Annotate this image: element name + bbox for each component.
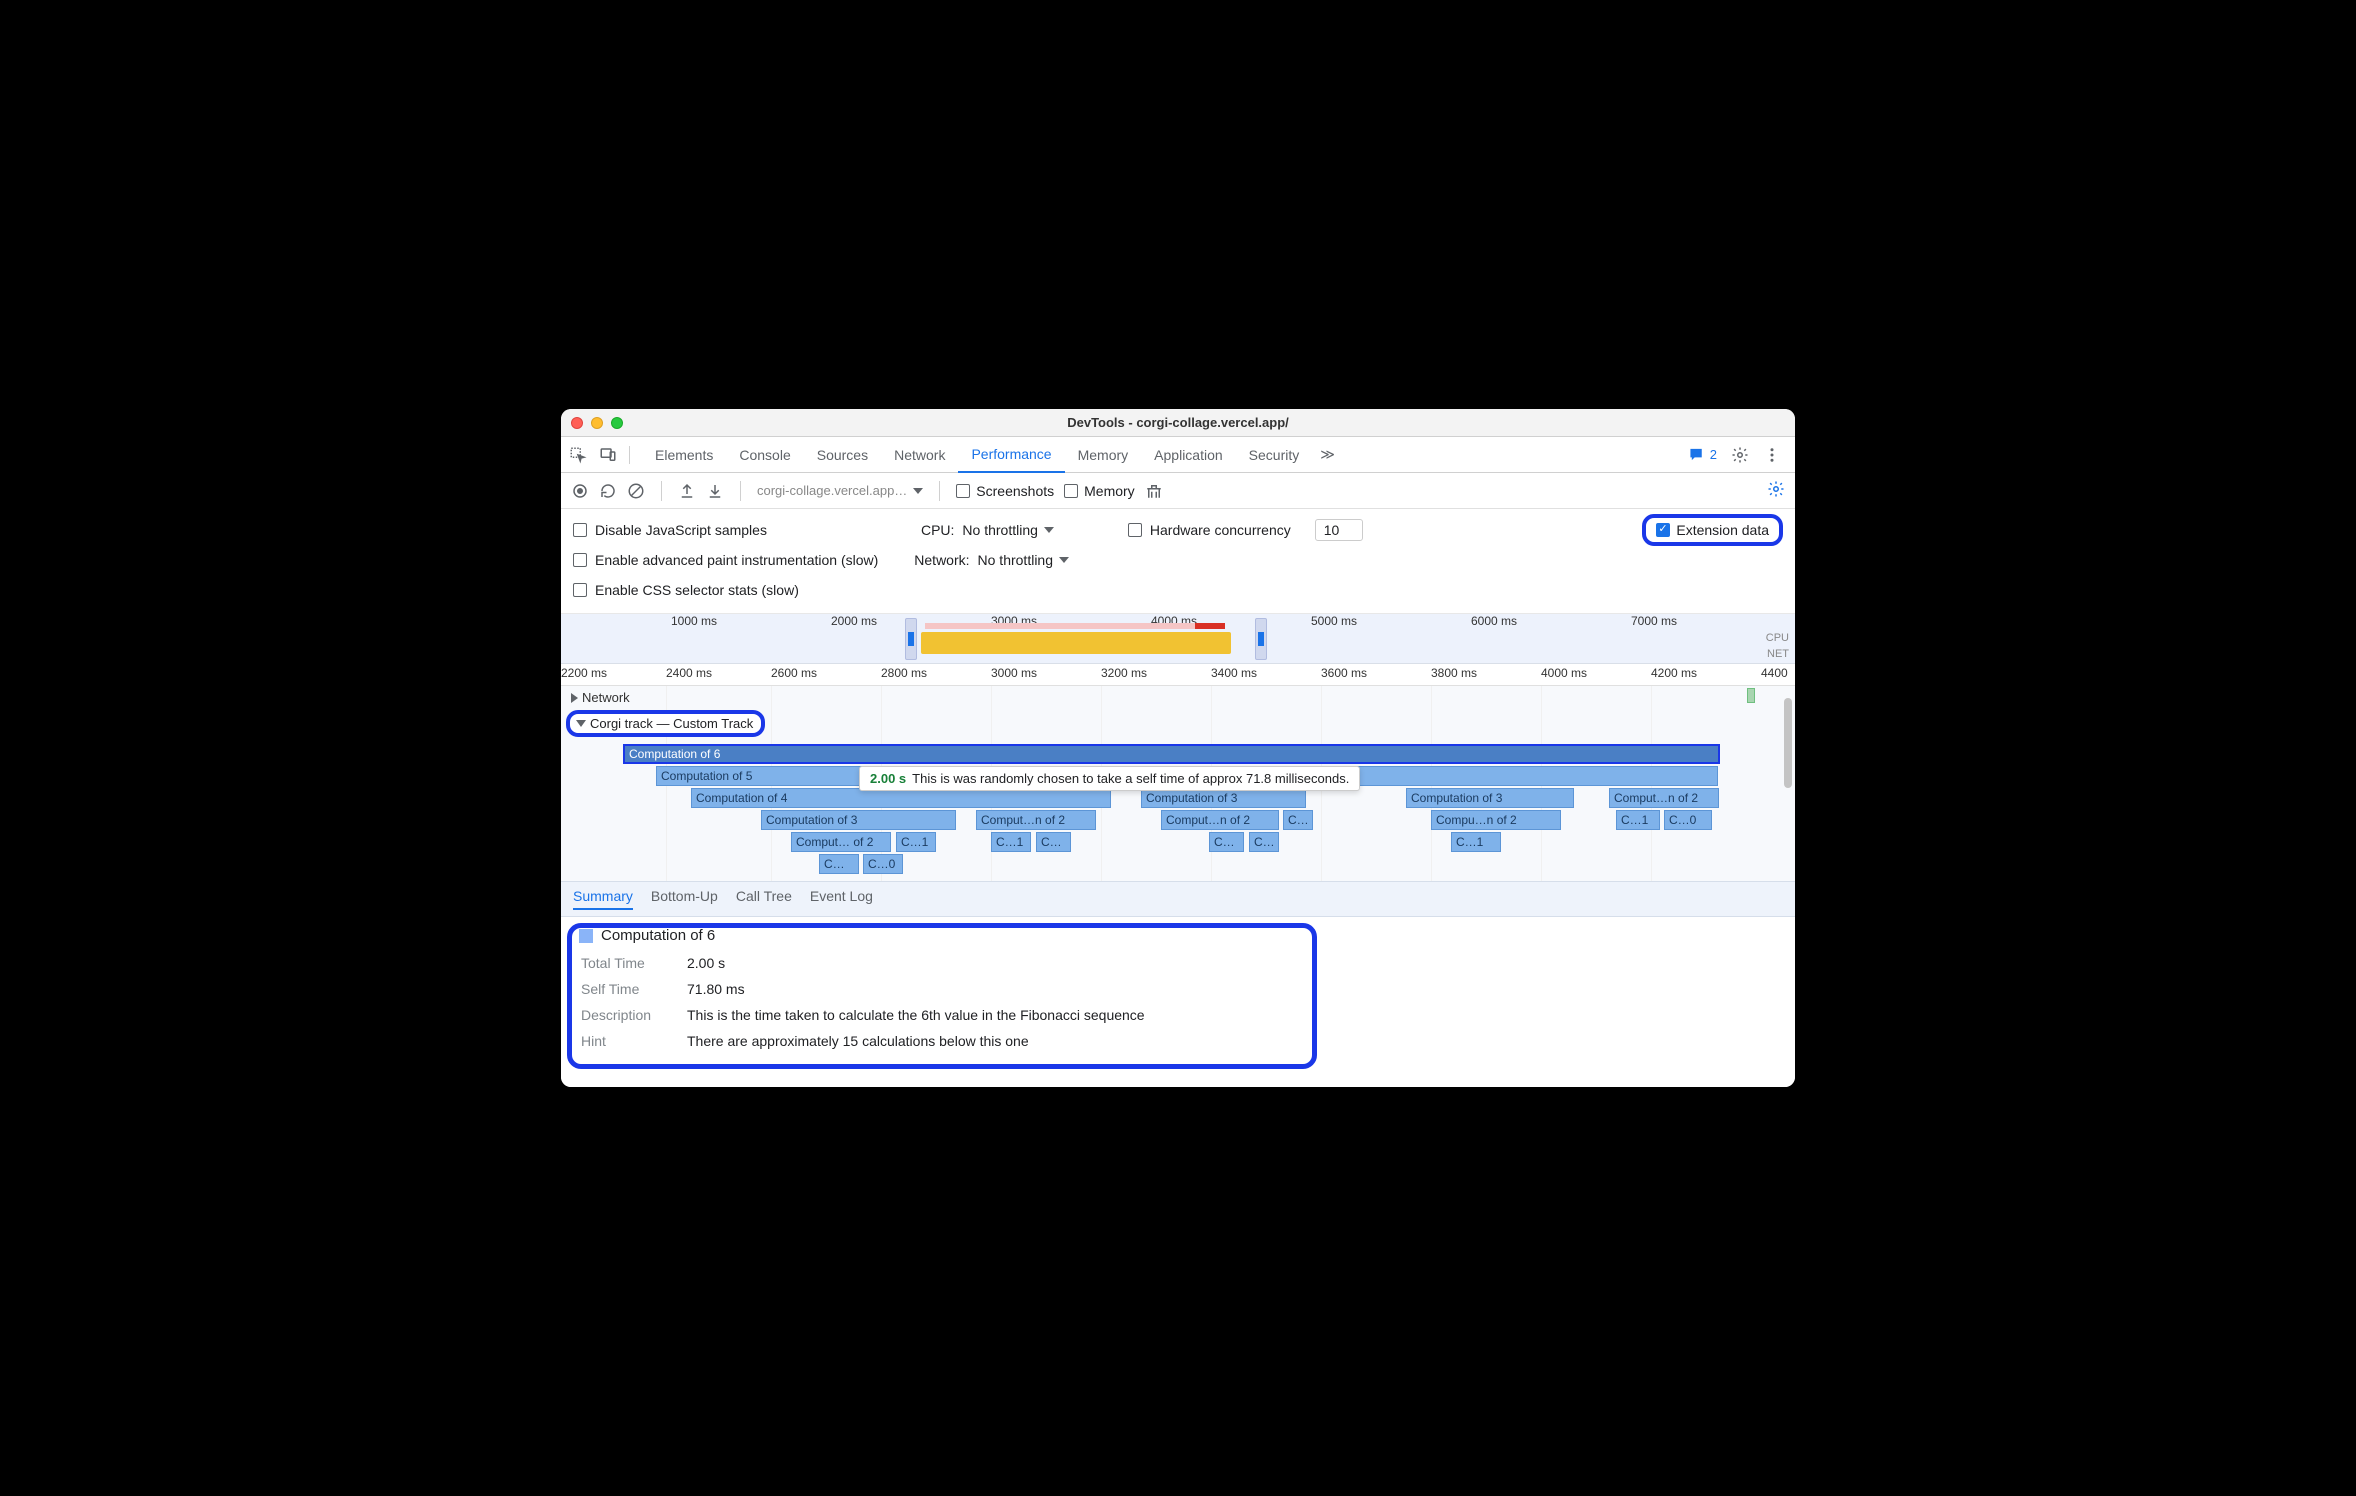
tab-memory[interactable]: Memory xyxy=(1065,437,1142,473)
more-tabs[interactable]: ≫ xyxy=(1312,437,1343,473)
flame-bar[interactable]: Comput…n of 2 xyxy=(976,810,1096,830)
flame-bar[interactable]: Computation of 3 xyxy=(761,810,956,830)
flame-chart[interactable]: Network Corgi track — Custom Track Compu… xyxy=(561,686,1795,881)
tab-application[interactable]: Application xyxy=(1141,437,1236,473)
flame-bar[interactable]: C…1 xyxy=(991,832,1031,852)
main-tabbar: Elements Console Sources Network Perform… xyxy=(561,437,1795,473)
overview-lane-labels: CPU NET xyxy=(1766,630,1789,662)
flame-bar[interactable]: Comput…n of 2 xyxy=(1609,788,1719,808)
devtools-window: DevTools - corgi-collage.vercel.app/ Ele… xyxy=(561,409,1795,1087)
details-tabbar: Summary Bottom-Up Call Tree Event Log xyxy=(561,881,1795,917)
perf-toolbar: corgi-collage.vercel.app… Screenshots Me… xyxy=(561,473,1795,509)
flame-bar[interactable]: C… xyxy=(819,854,859,874)
reload-icon[interactable] xyxy=(599,482,617,500)
extension-data-checkbox[interactable]: Extension data xyxy=(1656,522,1769,538)
capture-settings: Disable JavaScript samples CPU: No throt… xyxy=(561,509,1795,614)
flame-bar[interactable]: Computation of 3 xyxy=(1406,788,1574,808)
overview-fps-bar xyxy=(925,623,1225,629)
summary-highlight xyxy=(567,923,1317,1069)
window-controls xyxy=(571,417,623,429)
hw-concurrency-input[interactable] xyxy=(1315,519,1363,541)
download-icon[interactable] xyxy=(706,482,724,500)
maximize-window[interactable] xyxy=(611,417,623,429)
disclosure-triangle-icon xyxy=(576,720,586,727)
capture-settings-gear-icon[interactable] xyxy=(1767,480,1785,498)
issues-badge[interactable]: 2 xyxy=(1689,446,1717,463)
tab-call-tree[interactable]: Call Tree xyxy=(736,888,792,910)
flame-bar[interactable]: Computation of 4 xyxy=(691,788,1111,808)
flame-bar[interactable]: Comput… of 2 xyxy=(791,832,891,852)
network-track-header[interactable]: Network xyxy=(571,690,630,705)
flame-bar[interactable]: C… xyxy=(1249,832,1279,852)
custom-track-label[interactable]: Corgi track — Custom Track xyxy=(590,716,753,731)
tab-performance[interactable]: Performance xyxy=(958,437,1064,473)
network-label: Network: xyxy=(914,552,969,568)
network-throttle-select[interactable]: No throttling xyxy=(978,552,1069,568)
tab-summary[interactable]: Summary xyxy=(573,888,633,910)
inspect-icon[interactable] xyxy=(569,446,587,464)
custom-track-highlight: Corgi track — Custom Track xyxy=(566,710,765,737)
flame-bar[interactable]: Compu…n of 2 xyxy=(1431,810,1561,830)
overview-handle-left[interactable] xyxy=(905,618,917,660)
disable-js-samples-checkbox[interactable]: Disable JavaScript samples xyxy=(573,522,767,538)
tab-elements[interactable]: Elements xyxy=(642,437,726,473)
kebab-menu-icon[interactable] xyxy=(1763,446,1781,464)
timeline-overview[interactable]: 1000 ms 2000 ms 3000 ms 4000 ms 5000 ms … xyxy=(561,614,1795,664)
flame-bar[interactable]: C…1 xyxy=(1616,810,1660,830)
tab-event-log[interactable]: Event Log xyxy=(810,888,873,910)
memory-checkbox[interactable]: Memory xyxy=(1064,483,1135,499)
overview-handle-right[interactable] xyxy=(1255,618,1267,660)
settings-gear-icon[interactable] xyxy=(1731,446,1749,464)
flame-bar[interactable]: C… xyxy=(1209,832,1244,852)
device-toggle-icon[interactable] xyxy=(599,446,617,464)
chevron-down-icon xyxy=(913,488,923,494)
vertical-scrollbar[interactable] xyxy=(1783,686,1793,881)
chevron-down-icon xyxy=(1044,527,1054,533)
close-window[interactable] xyxy=(571,417,583,429)
detail-ruler[interactable]: 2200 ms 2400 ms 2600 ms 2800 ms 3000 ms … xyxy=(561,664,1795,686)
tab-bottom-up[interactable]: Bottom-Up xyxy=(651,888,718,910)
flame-bar[interactable]: Computation of 3 xyxy=(1141,788,1306,808)
flame-bar[interactable]: Comput…n of 2 xyxy=(1161,810,1279,830)
flame-bar[interactable]: C…1 xyxy=(896,832,936,852)
page-selector-text: corgi-collage.vercel.app… xyxy=(757,483,907,498)
record-icon[interactable] xyxy=(571,482,589,500)
css-selector-stats-checkbox[interactable]: Enable CSS selector stats (slow) xyxy=(573,582,799,598)
disclosure-triangle-icon xyxy=(571,693,578,703)
chevron-down-icon xyxy=(1059,557,1069,563)
extension-data-highlight: Extension data xyxy=(1642,514,1783,546)
issues-count: 2 xyxy=(1710,447,1717,462)
tab-network[interactable]: Network xyxy=(881,437,958,473)
hw-concurrency-checkbox[interactable]: Hardware concurrency xyxy=(1128,522,1291,538)
clear-icon[interactable] xyxy=(627,482,645,500)
flame-bar[interactable]: C… xyxy=(1036,832,1071,852)
overview-activity xyxy=(921,632,1231,654)
advanced-paint-checkbox[interactable]: Enable advanced paint instrumentation (s… xyxy=(573,552,878,568)
flame-bar[interactable]: C… xyxy=(1283,810,1313,830)
network-request-block[interactable] xyxy=(1747,688,1755,703)
flame-bar[interactable]: C…0 xyxy=(1664,810,1712,830)
flame-bar[interactable]: Computation of 6 xyxy=(623,744,1720,764)
minimize-window[interactable] xyxy=(591,417,603,429)
upload-icon[interactable] xyxy=(678,482,696,500)
screenshots-checkbox[interactable]: Screenshots xyxy=(956,483,1054,499)
tab-console[interactable]: Console xyxy=(726,437,803,473)
window-title: DevTools - corgi-collage.vercel.app/ xyxy=(561,415,1795,430)
cpu-throttle-select[interactable]: No throttling xyxy=(962,522,1053,538)
page-selector[interactable]: corgi-collage.vercel.app… xyxy=(757,483,923,498)
flame-tooltip: 2.00 sThis is was randomly chosen to tak… xyxy=(859,766,1360,791)
summary-panel: Computation of 6 Total Time2.00 s Self T… xyxy=(561,917,1795,1087)
tab-security[interactable]: Security xyxy=(1236,437,1313,473)
flame-bar[interactable]: C…1 xyxy=(1451,832,1501,852)
gc-icon[interactable] xyxy=(1145,482,1163,500)
titlebar: DevTools - corgi-collage.vercel.app/ xyxy=(561,409,1795,437)
flame-bar[interactable]: C…0 xyxy=(863,854,903,874)
cpu-label: CPU: xyxy=(921,522,954,538)
tab-sources[interactable]: Sources xyxy=(804,437,881,473)
